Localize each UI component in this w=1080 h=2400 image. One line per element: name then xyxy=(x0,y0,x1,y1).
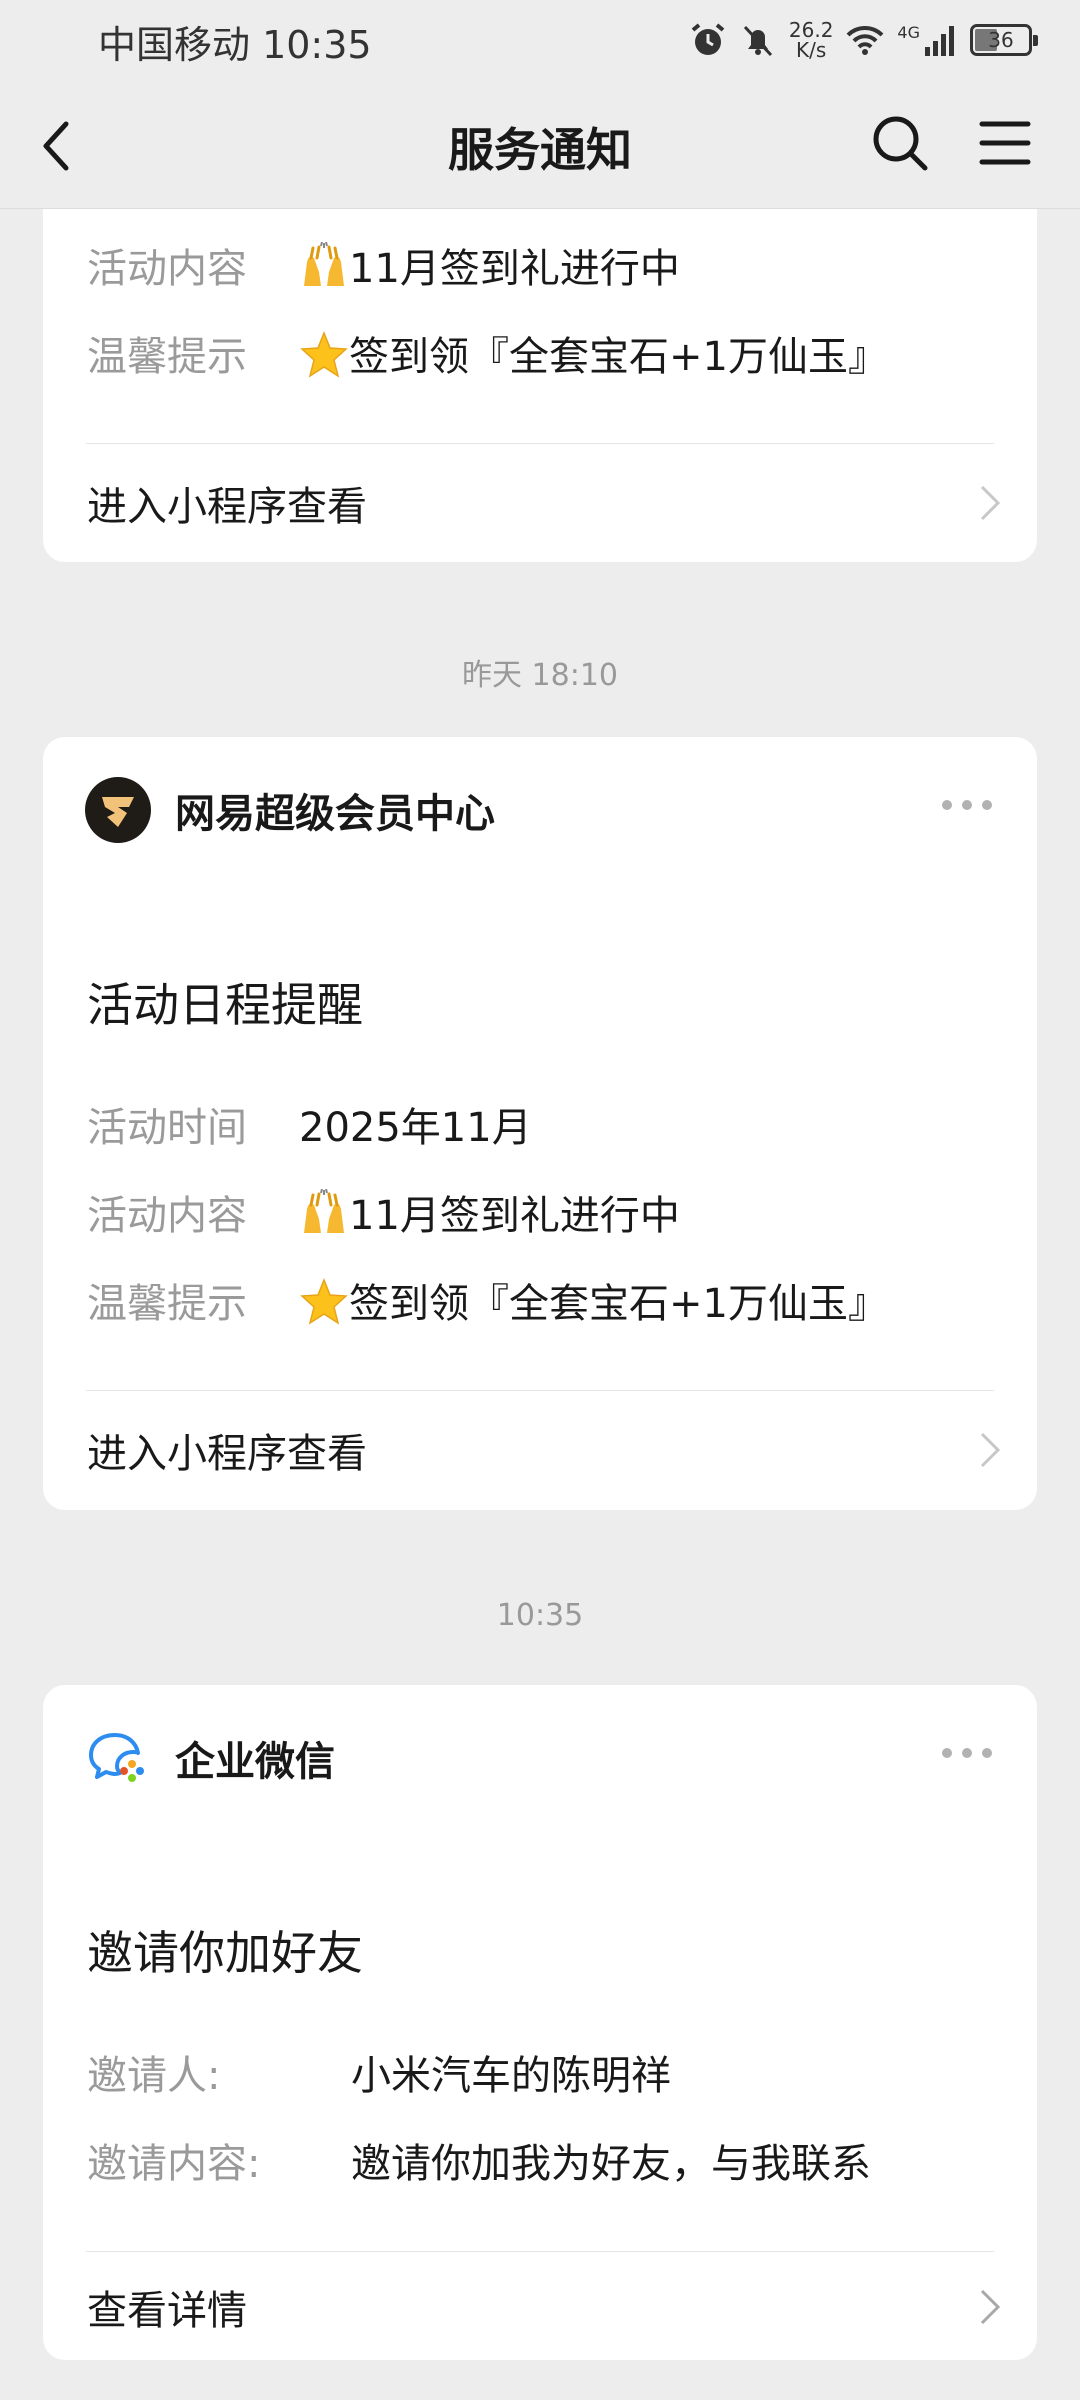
row-value: 11月签到礼进行中 xyxy=(299,1183,680,1241)
divider xyxy=(86,443,994,444)
notification-card: 网易超级会员中心 活动日程提醒 活动时间 2025年11月 活动内容 11月签到… xyxy=(43,737,1037,1510)
divider xyxy=(86,2251,994,2252)
more-options-icon[interactable] xyxy=(939,1743,995,1763)
signal-icon xyxy=(925,26,954,56)
divider xyxy=(86,1390,994,1391)
notification-card: 活动内容 11月签到礼进行中 温馨提示 签到领『全套宝石+1万仙玉』 进入小程序… xyxy=(43,170,1037,562)
chevron-right-icon xyxy=(980,2289,1001,2325)
row-value: 11月签到礼进行中 xyxy=(299,236,680,294)
row-value: 2025年11月 xyxy=(299,1105,532,1151)
open-miniprogram-button[interactable]: 进入小程序查看 xyxy=(87,463,1001,543)
info-row: 温馨提示 签到领『全套宝石+1万仙玉』 xyxy=(87,1270,997,1330)
wifi-icon xyxy=(847,25,884,55)
info-row: 活动内容 11月签到礼进行中 xyxy=(87,1182,997,1242)
row-label: 活动内容 xyxy=(87,1193,247,1239)
row-value-text: 签到领『全套宝石+1万仙玉』 xyxy=(349,334,888,380)
notification-card: 企业微信 邀请你加好友 邀请人: 小米汽车的陈明祥 邀请内容: 邀请你加我为好友… xyxy=(43,1685,1037,2360)
info-row: 活动时间 2025年11月 xyxy=(87,1094,997,1154)
info-row: 邀请人: 小米汽车的陈明祥 xyxy=(87,2042,997,2102)
action-label: 进入小程序查看 xyxy=(87,1431,367,1477)
info-row: 活动内容 11月签到礼进行中 xyxy=(87,235,997,295)
row-value: 签到领『全套宝石+1万仙玉』 xyxy=(299,324,888,382)
status-bar: 中国移动 10:35 26.2 K/s 4G 36 xyxy=(0,0,1080,78)
sender-name: 网易超级会员中心 xyxy=(175,791,495,837)
status-icons: 26.2 K/s 4G 36 xyxy=(689,16,1038,64)
carrier-time: 中国移动 10:35 xyxy=(98,23,372,67)
card-header: 网易超级会员中心 xyxy=(85,775,495,845)
alarm-icon xyxy=(691,23,725,55)
network-type-label: 4G xyxy=(897,22,920,42)
row-value-text: 11月签到礼进行中 xyxy=(349,246,680,292)
row-label: 活动内容 xyxy=(87,246,247,292)
row-value-text: 签到领『全套宝石+1万仙玉』 xyxy=(349,1281,888,1327)
row-value: 小米汽车的陈明祥 xyxy=(351,2053,671,2099)
open-miniprogram-button[interactable]: 进入小程序查看 xyxy=(87,1410,1001,1490)
timestamp: 昨天 18:10 xyxy=(462,658,618,693)
speed-value: 26.2 xyxy=(788,18,834,42)
raised-hands-icon xyxy=(304,242,344,286)
view-details-button[interactable]: 查看详情 xyxy=(87,2267,1001,2347)
row-label: 温馨提示 xyxy=(87,334,247,380)
row-label: 活动时间 xyxy=(87,1105,247,1151)
row-value: 邀请你加我为好友，与我联系 xyxy=(351,2141,871,2187)
card-title: 邀请你加好友 xyxy=(87,1926,363,1980)
battery-icon: 36 xyxy=(970,24,1038,56)
row-value-text: 11月签到礼进行中 xyxy=(349,1193,680,1239)
network-speed: 26.2 K/s xyxy=(789,20,834,60)
timestamp: 10:35 xyxy=(496,1598,584,1633)
row-value: 签到领『全套宝石+1万仙玉』 xyxy=(299,1271,888,1329)
nav-bar: 服务通知 xyxy=(0,78,1080,209)
chevron-right-icon xyxy=(980,1432,1001,1468)
info-row: 温馨提示 签到领『全套宝石+1万仙玉』 xyxy=(87,323,997,383)
star-icon xyxy=(300,1277,348,1325)
raised-hands-icon xyxy=(304,1189,344,1233)
wecom-logo-icon xyxy=(89,1733,144,1782)
sender-name: 企业微信 xyxy=(175,1739,335,1785)
row-label: 邀请人: xyxy=(87,2053,221,2099)
action-label: 进入小程序查看 xyxy=(87,484,367,530)
battery-level: 36 xyxy=(988,28,1014,52)
mute-bell-icon xyxy=(743,25,772,57)
row-label: 邀请内容: xyxy=(87,2141,261,2187)
more-options-icon[interactable] xyxy=(939,795,995,815)
card-header: 企业微信 xyxy=(85,1723,335,1793)
chevron-right-icon xyxy=(980,485,1001,521)
info-row: 邀请内容: 邀请你加我为好友，与我联系 xyxy=(87,2130,997,2190)
search-icon[interactable] xyxy=(870,113,930,173)
card-title: 活动日程提醒 xyxy=(87,978,363,1032)
speed-unit: K/s xyxy=(796,38,827,62)
menu-icon[interactable] xyxy=(978,118,1032,168)
action-label: 查看详情 xyxy=(87,2288,247,2334)
netease-member-logo-icon xyxy=(85,777,151,843)
star-icon xyxy=(300,330,348,378)
row-label: 温馨提示 xyxy=(87,1281,247,1327)
